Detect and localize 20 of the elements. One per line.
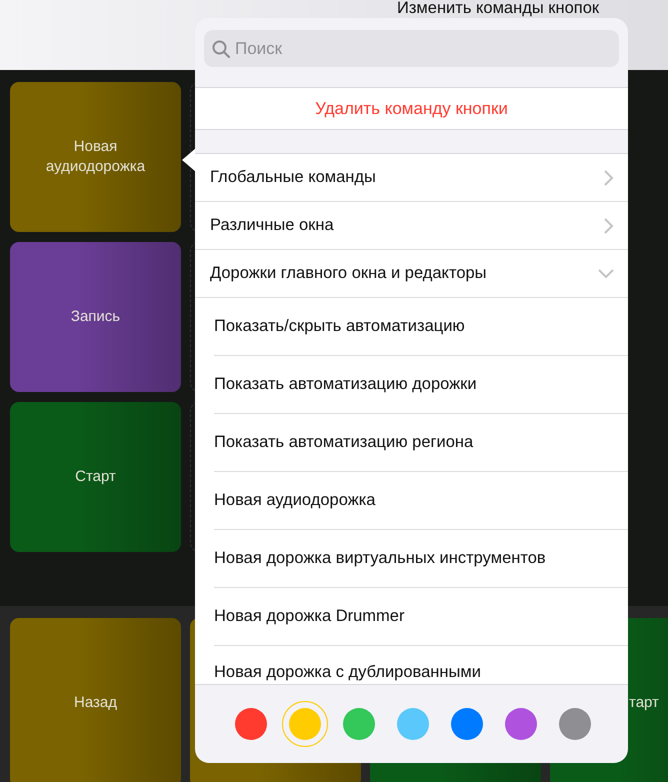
command-item[interactable]: Новая аудиодорожка <box>214 491 376 510</box>
screen-title: Изменить команды кнопок <box>397 0 600 17</box>
chevron-down-icon <box>598 268 614 278</box>
command-item[interactable]: Новая дорожка с дублированными <box>214 663 481 682</box>
pad-button[interactable]: Запись <box>10 242 181 392</box>
pad-button[interactable]: Новая аудиодорожка <box>10 82 181 232</box>
command-item[interactable]: Показать автоматизацию дорожки <box>214 375 477 394</box>
search-field[interactable]: Поиск <box>204 30 619 67</box>
chevron-right-icon <box>604 170 614 186</box>
command-item[interactable]: Показать/скрыть автоматизацию <box>214 317 465 336</box>
category-row[interactable]: Глобальные команды <box>195 154 628 202</box>
command-item[interactable]: Новая дорожка виртуальных инструментов <box>214 549 546 568</box>
command-item[interactable]: Показать автоматизацию региона <box>214 433 474 452</box>
color-swatch[interactable] <box>282 701 328 747</box>
chevron-right-icon <box>604 218 614 234</box>
pad-button[interactable]: Старт <box>10 402 181 552</box>
command-item[interactable]: Новая дорожка Drummer <box>214 607 404 626</box>
pad-button[interactable]: Назад <box>10 618 181 782</box>
delete-command-button[interactable]: Удалить команду кнопки <box>195 87 628 130</box>
category-row[interactable]: Различные окна <box>195 202 628 250</box>
